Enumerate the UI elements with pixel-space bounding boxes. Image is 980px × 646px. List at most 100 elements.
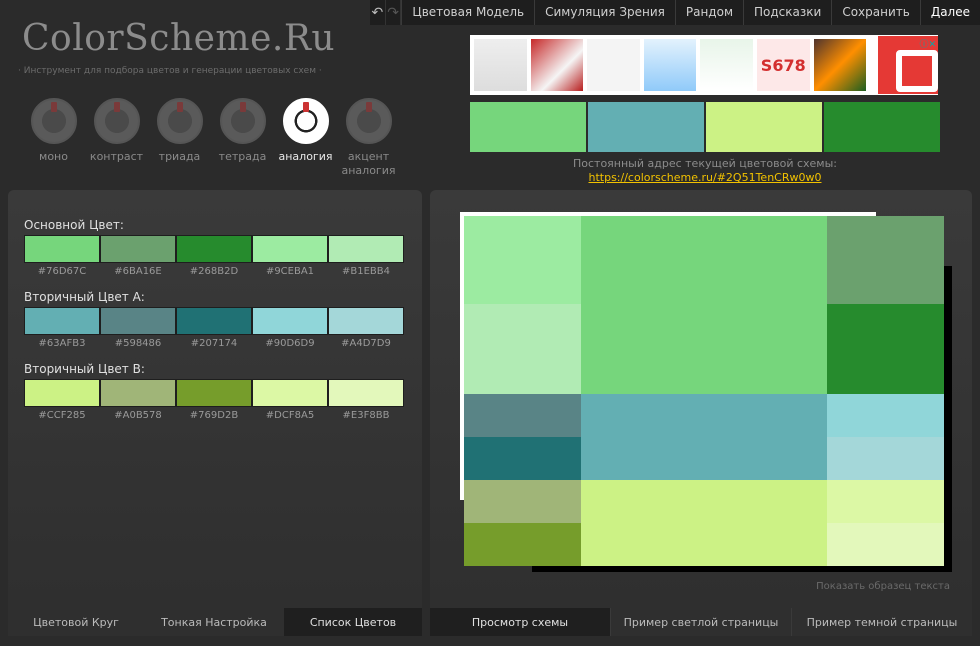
color-swatch[interactable] [328, 235, 404, 263]
color-hex-label[interactable]: #E3F8BB [328, 410, 404, 421]
color-swatch[interactable] [328, 307, 404, 335]
color-swatch[interactable] [328, 379, 404, 407]
color-hex-label[interactable]: #598486 [100, 338, 176, 349]
color-swatch[interactable] [24, 307, 100, 335]
menu-random[interactable]: Рандом [674, 0, 743, 25]
redo-icon[interactable]: ↷ [386, 0, 402, 25]
ad-thumb-site[interactable] [700, 39, 753, 91]
color-chip-90d6d9[interactable]: #90D6D9 [252, 307, 328, 349]
scheme-accent-analogy[interactable]: акцент аналогия [337, 98, 400, 178]
color-wheel-icon [93, 98, 140, 144]
color-swatch[interactable] [252, 379, 328, 407]
menu-next[interactable]: Далее [919, 0, 980, 25]
tab-color-list[interactable]: Список Цветов [284, 608, 422, 636]
color-chip-207174[interactable]: #207174 [176, 307, 252, 349]
color-swatch[interactable] [176, 307, 252, 335]
color-chip-9ceba1[interactable]: #9CEBA1 [252, 235, 328, 277]
color-swatch[interactable] [176, 235, 252, 263]
color-hex-label[interactable]: #B1EBB4 [328, 266, 404, 277]
color-hex-label[interactable]: #6BA16E [100, 266, 176, 277]
menu-save[interactable]: Сохранить [831, 0, 920, 25]
color-hex-label[interactable]: #207174 [176, 338, 252, 349]
scheme-tetrad[interactable]: тетрада [211, 98, 274, 178]
color-chip-598486[interactable]: #598486 [100, 307, 176, 349]
color-chip-76d67c[interactable]: #76D67C [24, 235, 100, 277]
color-swatch[interactable] [100, 379, 176, 407]
preview-tile [464, 523, 581, 566]
ad-choices-icon[interactable]: ⓘ✕ [919, 37, 936, 50]
primary-row: #76D67C #6BA16E #268B2D #9CEBA1 #B1EBB4 [24, 235, 404, 277]
color-swatch[interactable] [100, 235, 176, 263]
color-swatch[interactable] [252, 235, 328, 263]
tab-color-wheel[interactable]: Цветовой Круг [8, 608, 144, 636]
color-hex-label[interactable]: #CCF285 [24, 410, 100, 421]
show-sample-text-link[interactable]: Показать образец текста [816, 581, 950, 592]
scheme-triad[interactable]: триада [148, 98, 211, 178]
color-swatch[interactable] [24, 235, 100, 263]
preview-mosaic [464, 216, 944, 566]
color-chip-e3f8bb[interactable]: #E3F8BB [328, 379, 404, 421]
color-chip-6ba16e[interactable]: #6BA16E [100, 235, 176, 277]
secondary-a-title: Вторичный Цвет А: [24, 290, 145, 304]
color-chip-63afb3[interactable]: #63AFB3 [24, 307, 100, 349]
color-swatch[interactable] [24, 379, 100, 407]
scheme-preview [460, 212, 952, 572]
color-swatch[interactable] [100, 307, 176, 335]
ad-thumb-forest[interactable] [813, 39, 867, 91]
color-hex-label[interactable]: #DCF8A5 [252, 410, 328, 421]
color-hex-label[interactable]: #769D2B [176, 410, 252, 421]
menu-hints[interactable]: Подсказки [743, 0, 831, 25]
permalink-url[interactable]: https://colorscheme.ru/#2Q51TenCRw0w0 [470, 171, 940, 184]
scheme-analogy[interactable]: аналогия [274, 98, 337, 178]
secondary-b-row: #CCF285 #A0B578 #769D2B #DCF8A5 #E3F8BB [24, 379, 404, 421]
scheme-preview-panel: Показать образец текста Просмотр схемы П… [430, 190, 972, 636]
color-wheel-icon [345, 98, 392, 144]
right-tabs: Просмотр схемы Пример светлой страницы П… [430, 608, 972, 636]
color-swatch[interactable] [176, 379, 252, 407]
primary-title: Основной Цвет: [24, 218, 124, 232]
color-hex-label[interactable]: #268B2D [176, 266, 252, 277]
tab-dark-page[interactable]: Пример темной страницы [791, 608, 972, 636]
color-hex-label[interactable]: #90D6D9 [252, 338, 328, 349]
tab-light-page[interactable]: Пример светлой страницы [610, 608, 791, 636]
menu-color-model[interactable]: Цветовая Модель [401, 0, 534, 25]
color-chip-769d2b[interactable]: #769D2B [176, 379, 252, 421]
color-hex-label[interactable]: #9CEBA1 [252, 266, 328, 277]
ad-thumb-dashboard[interactable] [643, 39, 697, 91]
color-chip-a4d7d9[interactable]: #A4D7D9 [328, 307, 404, 349]
ad-thumb-paris[interactable] [530, 39, 584, 91]
main-swatch-secondary-a[interactable] [588, 102, 704, 152]
tab-scheme-preview[interactable]: Просмотр схемы [430, 608, 610, 636]
preview-tile [581, 216, 827, 394]
main-swatch-primary-dark[interactable] [824, 102, 940, 152]
scheme-mono[interactable]: моно [22, 98, 85, 178]
top-menu: ↶ ↷ Цветовая Модель Симуляция Зрения Ран… [370, 0, 980, 25]
undo-icon[interactable]: ↶ [370, 0, 386, 25]
color-chip-ccf285[interactable]: #CCF285 [24, 379, 100, 421]
tab-fine-tuning[interactable]: Тонкая Настройка [144, 608, 284, 636]
preview-tile [827, 304, 944, 394]
color-chip-268b2d[interactable]: #268B2D [176, 235, 252, 277]
color-hex-label[interactable]: #63AFB3 [24, 338, 100, 349]
color-chip-dcf8a5[interactable]: #DCF8A5 [252, 379, 328, 421]
scheme-contrast[interactable]: контраст [85, 98, 148, 178]
color-chip-a0b578[interactable]: #A0B578 [100, 379, 176, 421]
color-hex-label[interactable]: #A0B578 [100, 410, 176, 421]
site-logo[interactable]: ColorScheme.Ru [22, 18, 335, 59]
main-swatch-primary[interactable] [470, 102, 586, 152]
preview-tile [464, 304, 581, 394]
preview-tile [827, 394, 944, 437]
ad-thumb-web[interactable] [587, 39, 640, 91]
color-wheel-icon [282, 98, 329, 144]
color-wheel-icon [156, 98, 203, 144]
ad-banner[interactable]: S678 ⓘ✕ [470, 35, 938, 95]
color-hex-label[interactable]: #A4D7D9 [328, 338, 404, 349]
ad-thumb-numbers[interactable]: S678 [756, 39, 810, 91]
preview-tile [827, 523, 944, 566]
menu-vision-simulation[interactable]: Симуляция Зрения [534, 0, 675, 25]
main-swatch-secondary-b[interactable] [706, 102, 822, 152]
color-chip-b1ebb4[interactable]: #B1EBB4 [328, 235, 404, 277]
color-swatch[interactable] [252, 307, 328, 335]
color-hex-label[interactable]: #76D67C [24, 266, 100, 277]
ad-thumb-fashion[interactable] [474, 39, 527, 91]
